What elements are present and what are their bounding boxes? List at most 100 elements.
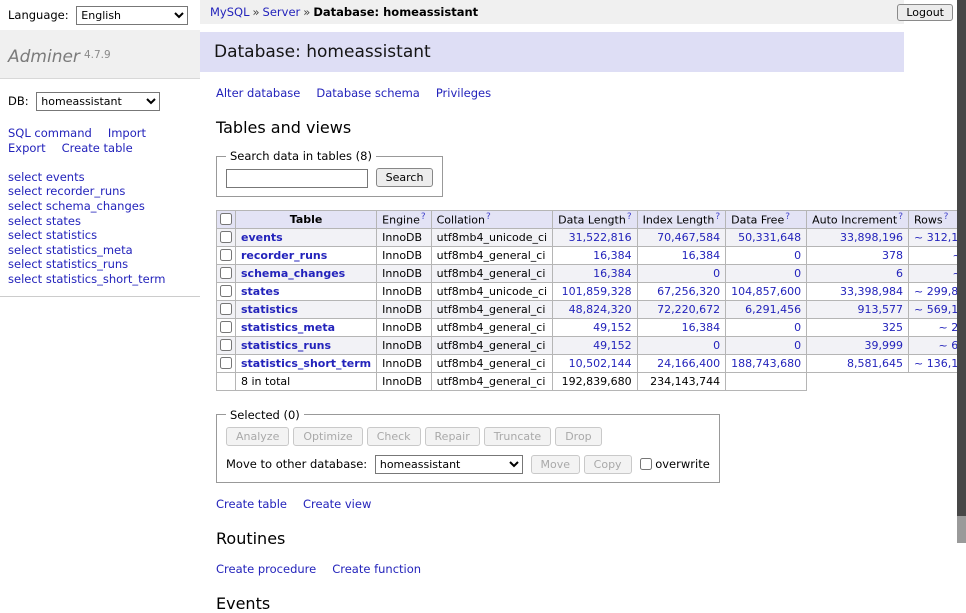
data-free-link[interactable]: 0	[794, 339, 801, 352]
sidebar-link-import[interactable]: Import	[108, 126, 146, 140]
breadcrumb-mysql-link[interactable]: MySQL	[210, 5, 250, 19]
help-icon[interactable]: ?	[627, 212, 632, 222]
scrollbar[interactable]	[957, 0, 966, 543]
breadcrumb-server-link[interactable]: Server	[263, 5, 301, 19]
auto-increment-link[interactable]: 33,398,984	[840, 285, 903, 298]
search-button[interactable]: Search	[376, 168, 434, 187]
data-length-link[interactable]: 49,152	[593, 339, 632, 352]
bulk-check-button[interactable]: Check	[367, 427, 421, 446]
table-name-link[interactable]: statistics_runs	[241, 339, 331, 352]
auto-increment-link[interactable]: 913,577	[858, 303, 904, 316]
data-free-link[interactable]: 0	[794, 321, 801, 334]
auto-increment-link[interactable]: 39,999	[865, 339, 904, 352]
column-header-table: Table	[236, 210, 377, 228]
index-length-link[interactable]: 0	[713, 267, 720, 280]
row-checkbox[interactable]	[220, 249, 232, 261]
row-checkbox[interactable]	[220, 339, 232, 351]
row-checkbox[interactable]	[220, 285, 232, 297]
search-input[interactable]	[226, 169, 368, 188]
db-action-link[interactable]: Privileges	[436, 86, 491, 100]
index-length-link[interactable]: 67,256,320	[657, 285, 720, 298]
table-name-link[interactable]: states	[241, 285, 280, 298]
index-length-link[interactable]: 72,220,672	[657, 303, 720, 316]
row-select-cell	[217, 228, 236, 246]
sidebar-table-link[interactable]: select schema_changes	[8, 200, 192, 215]
row-checkbox[interactable]	[220, 231, 232, 243]
table-name-cell: statistics_short_term	[236, 354, 377, 372]
index-length-link[interactable]: 0	[713, 339, 720, 352]
table-name-link[interactable]: schema_changes	[241, 267, 345, 280]
table-name-link[interactable]: events	[241, 231, 283, 244]
data-free-link[interactable]: 50,331,648	[738, 231, 801, 244]
row-checkbox[interactable]	[220, 303, 232, 315]
sidebar-table-link[interactable]: select statistics	[8, 229, 192, 244]
sidebar-table-link[interactable]: select statistics_runs	[8, 258, 192, 273]
row-checkbox[interactable]	[220, 357, 232, 369]
create-link-create-view[interactable]: Create view	[303, 497, 371, 511]
data-free-link[interactable]: 6,291,456	[745, 303, 801, 316]
data-free-link[interactable]: 0	[794, 249, 801, 262]
table-name-link[interactable]: statistics_short_term	[241, 357, 371, 370]
help-icon[interactable]: ?	[715, 212, 720, 222]
sidebar-table-link[interactable]: select states	[8, 215, 192, 230]
language-select[interactable]: English	[76, 6, 188, 25]
bulk-repair-button[interactable]: Repair	[425, 427, 480, 446]
logout-button[interactable]: Logout	[897, 4, 953, 21]
help-icon[interactable]: ?	[421, 212, 426, 222]
table-name-link[interactable]: statistics_meta	[241, 321, 335, 334]
sidebar-table-link[interactable]: select statistics_meta	[8, 244, 192, 259]
bulk-truncate-button[interactable]: Truncate	[484, 427, 551, 446]
data-free-link[interactable]: 0	[794, 267, 801, 280]
auto-increment-link[interactable]: 8,581,645	[847, 357, 903, 370]
bulk-analyze-button[interactable]: Analyze	[226, 427, 289, 446]
bulk-drop-button[interactable]: Drop	[555, 427, 601, 446]
db-select[interactable]: homeassistant	[36, 92, 160, 111]
help-icon[interactable]: ?	[785, 212, 790, 222]
routine-link-create-procedure[interactable]: Create procedure	[216, 562, 316, 576]
help-icon[interactable]: ?	[486, 212, 491, 222]
data-length-link[interactable]: 16,384	[593, 267, 632, 280]
table-name-link[interactable]: statistics	[241, 303, 298, 316]
sidebar-link-export[interactable]: Export	[8, 141, 46, 155]
auto-increment-link[interactable]: 378	[882, 249, 903, 262]
create-link-create-table[interactable]: Create table	[216, 497, 287, 511]
sidebar-link-create-table[interactable]: Create table	[62, 141, 133, 155]
bulk-optimize-button[interactable]: Optimize	[293, 427, 362, 446]
auto-increment-link[interactable]: 33,898,196	[840, 231, 903, 244]
index-length-link[interactable]: 16,384	[682, 249, 721, 262]
sidebar-table-link[interactable]: select statistics_short_term	[8, 273, 192, 288]
move-button[interactable]: Move	[531, 455, 581, 474]
move-db-select[interactable]: homeassistant	[375, 455, 523, 474]
data-length-link[interactable]: 16,384	[593, 249, 632, 262]
data-free-link[interactable]: 104,857,600	[731, 285, 801, 298]
scrollbar-thumb[interactable]	[957, 0, 966, 516]
auto-increment-link[interactable]: 325	[882, 321, 903, 334]
help-icon[interactable]: ?	[898, 212, 903, 222]
routine-link-create-function[interactable]: Create function	[332, 562, 421, 576]
help-icon[interactable]: ?	[944, 212, 949, 222]
data-length-link[interactable]: 101,859,328	[562, 285, 632, 298]
row-checkbox[interactable]	[220, 321, 232, 333]
page-title: Database: homeassistant	[200, 32, 904, 72]
data-length-link[interactable]: 10,502,144	[569, 357, 632, 370]
row-checkbox[interactable]	[220, 267, 232, 279]
table-name-link[interactable]: recorder_runs	[241, 249, 327, 262]
data-length-link[interactable]: 31,522,816	[569, 231, 632, 244]
index-length-link[interactable]: 16,384	[682, 321, 721, 334]
index-length-link[interactable]: 70,467,584	[657, 231, 720, 244]
db-action-link[interactable]: Database schema	[316, 86, 419, 100]
sidebar-table-link[interactable]: select events	[8, 171, 192, 186]
data-length-link[interactable]: 49,152	[593, 321, 632, 334]
column-header-engine: Engine?	[377, 210, 431, 228]
db-action-link[interactable]: Alter database	[216, 86, 300, 100]
overwrite-checkbox[interactable]	[640, 458, 652, 470]
data-length-link[interactable]: 48,824,320	[569, 303, 632, 316]
data-free-link[interactable]: 188,743,680	[731, 357, 801, 370]
index-length-link[interactable]: 24,166,400	[657, 357, 720, 370]
sidebar-link-sql-command[interactable]: SQL command	[8, 126, 92, 140]
select-all-checkbox[interactable]	[220, 213, 232, 225]
table-row: statisticsInnoDButf8mb4_general_ci48,824…	[217, 300, 966, 318]
sidebar-table-link[interactable]: select recorder_runs	[8, 185, 192, 200]
copy-button[interactable]: Copy	[584, 455, 632, 474]
auto-increment-link[interactable]: 6	[896, 267, 903, 280]
